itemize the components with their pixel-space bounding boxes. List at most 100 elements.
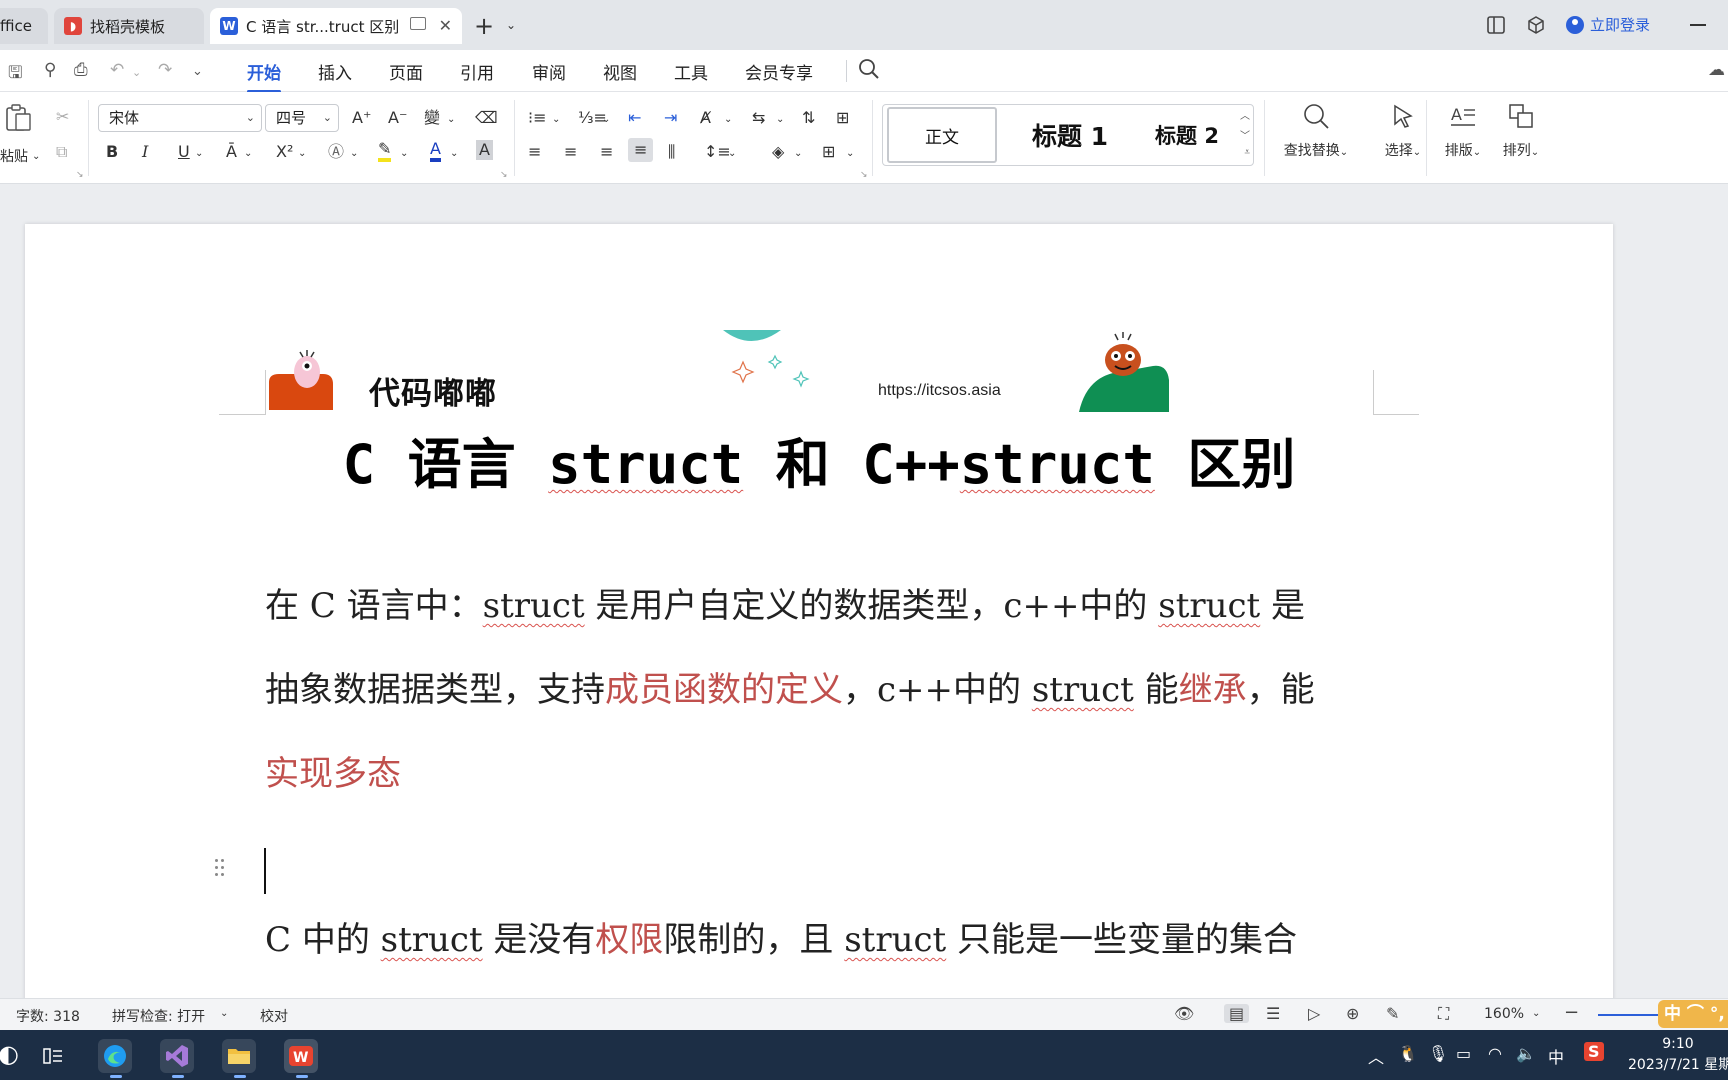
menu-member[interactable]: 会员专享	[745, 59, 813, 84]
bidi-direction-icon[interactable]: ⇆	[752, 108, 765, 128]
chevron-down-icon[interactable]: ⌄	[244, 144, 252, 164]
close-tab-icon[interactable]: ✕	[439, 16, 452, 35]
paste-dropdown-icon[interactable]: ⌄	[32, 147, 40, 167]
text-effect-icon[interactable]: Ⓐ	[328, 142, 344, 162]
sort-icon[interactable]: ⇅	[802, 108, 815, 128]
zoom-level[interactable]: 160%	[1484, 1006, 1524, 1022]
find-replace-button[interactable]: 查找替换⌄	[1278, 102, 1354, 160]
align-center-icon[interactable]: ≡	[564, 142, 577, 162]
sogou-ime-icon[interactable]: S	[1584, 1042, 1604, 1061]
wps-office-icon[interactable]: W	[284, 1039, 318, 1078]
reading-mode-play-icon[interactable]: ▷	[1308, 1004, 1320, 1023]
font-size-select[interactable]: 四号 ⌄	[265, 104, 339, 132]
ime-language-indicator[interactable]: 中	[1548, 1044, 1564, 1068]
new-tab-plus-icon[interactable]: +	[474, 12, 494, 40]
phonetic-guide-icon[interactable]: 變	[424, 108, 440, 128]
task-view-icon[interactable]	[36, 1039, 70, 1073]
menu-home[interactable]: 开始	[247, 59, 281, 93]
clear-format-eraser-icon[interactable]: ⌫	[475, 108, 498, 128]
proofread-button[interactable]: 校对	[260, 1006, 288, 1026]
font-name-select[interactable]: 宋体 ⌄	[98, 104, 262, 132]
shrink-font-icon[interactable]: A⁻	[388, 108, 407, 128]
style-normal[interactable]: 正文	[887, 107, 997, 163]
paragraph-line[interactable]: 在 C 语言中：struct 是用户自定义的数据类型，c++中的 struct …	[265, 586, 1405, 626]
styles-scroll-down-icon[interactable]: ﹀	[1240, 127, 1250, 142]
superscript-button[interactable]: X²	[276, 142, 293, 162]
qq-tray-icon[interactable]: 🐧	[1398, 1044, 1418, 1063]
decrease-indent-icon[interactable]: ⇤	[628, 108, 641, 128]
menu-references[interactable]: 引用	[460, 59, 494, 84]
tab-current-document[interactable]: W C 语言 str...truct 区别 ✕	[210, 8, 462, 44]
ime-floating-toolbar[interactable]: 中 ⌒ °,	[1658, 1000, 1728, 1028]
strikethrough-button[interactable]: Ā	[226, 142, 237, 162]
volume-icon[interactable]: 🔈	[1516, 1044, 1536, 1063]
format-painter-icon[interactable]: ⚲	[44, 60, 56, 80]
underline-button[interactable]: U	[178, 142, 190, 162]
paste-icon[interactable]	[4, 104, 34, 132]
chevron-down-icon[interactable]: ⌄	[400, 144, 408, 164]
cube-icon[interactable]	[1526, 15, 1546, 35]
login-button[interactable]: 立即登录	[1566, 14, 1650, 35]
clipboard-dialog-icon[interactable]: ↘	[76, 170, 84, 180]
paragraph-line[interactable]: 抽象数据据类型，支持成员函数的定义，c++中的 struct 能继承，能	[265, 670, 1405, 710]
paragraph-dialog-icon[interactable]: ↘	[860, 170, 868, 180]
tab-docer-templates[interactable]: ◗ 找稻壳模板	[54, 8, 204, 44]
undo-dropdown-icon[interactable]: ⌄	[132, 66, 141, 79]
edge-browser-icon[interactable]	[98, 1039, 132, 1078]
chevron-down-icon[interactable]: ⌄	[552, 110, 560, 130]
styles-scroll-up-icon[interactable]: ︿	[1240, 107, 1250, 122]
sidebar-panel-icon[interactable]	[1486, 15, 1506, 35]
zoom-out-icon[interactable]: −	[1564, 1002, 1579, 1023]
align-right-icon[interactable]: ≡	[600, 142, 613, 162]
menu-page[interactable]: 页面	[389, 59, 423, 84]
write-mode-pen-icon[interactable]: ✎	[1386, 1004, 1399, 1023]
undo-icon[interactable]: ↶	[110, 60, 124, 80]
line-spacing-icon[interactable]: ↕≡	[704, 142, 731, 162]
file-explorer-icon[interactable]	[222, 1039, 256, 1078]
search-icon[interactable]	[858, 58, 880, 80]
fit-page-icon[interactable]: ⛶	[1438, 1004, 1449, 1024]
tab-office[interactable]: ffice	[0, 8, 48, 44]
select-button[interactable]: 选择⌄	[1378, 102, 1428, 160]
chevron-down-icon[interactable]: ⌄	[728, 144, 736, 164]
chevron-down-icon[interactable]: ⌄	[602, 110, 610, 130]
quick-access-more-icon[interactable]: ⌄	[192, 64, 203, 79]
borders-icon[interactable]: ⊞	[822, 142, 835, 162]
paragraph-drag-handle-icon[interactable]	[215, 859, 229, 881]
redo-icon[interactable]: ↷	[158, 60, 172, 80]
cut-icon[interactable]: ✂	[56, 107, 69, 127]
chevron-down-icon[interactable]: ⌄	[1532, 1008, 1540, 1019]
distributed-align-icon[interactable]: ⫼	[668, 142, 675, 162]
style-heading-2[interactable]: 标题 2	[1137, 107, 1237, 163]
tray-overflow-chevron-icon[interactable]: ︿	[1368, 1044, 1384, 1068]
bold-button[interactable]: B	[106, 142, 118, 162]
chevron-down-icon[interactable]: ⌄	[794, 144, 802, 164]
system-clock[interactable]: 9:10 2023/7/21 星期五	[1628, 1034, 1728, 1076]
web-layout-globe-icon[interactable]: ⊕	[1346, 1004, 1359, 1023]
styles-expand-icon[interactable]: ⩡	[1244, 147, 1250, 158]
battery-icon[interactable]: ▭	[1456, 1044, 1471, 1063]
bullet-list-icon[interactable]: ⁝≡	[528, 108, 547, 128]
chevron-down-icon[interactable]: ⌄	[506, 18, 516, 32]
character-shading-button[interactable]: A	[476, 140, 493, 160]
start-icon[interactable]: ◐	[0, 1040, 19, 1068]
align-left-icon[interactable]: ≡	[528, 142, 541, 162]
menu-review[interactable]: 审阅	[532, 59, 566, 84]
cloud-icon[interactable]: ☁	[1708, 60, 1725, 80]
eye-protection-icon[interactable]: 👁	[1174, 1004, 1194, 1023]
font-dialog-icon[interactable]: ↘	[500, 170, 508, 180]
page-view-icon[interactable]: ▤	[1224, 1004, 1250, 1023]
chevron-down-icon[interactable]: ⌄	[298, 144, 306, 164]
chevron-down-icon[interactable]: ⌄	[846, 144, 854, 164]
chevron-down-icon[interactable]: ⌄	[776, 110, 784, 130]
outline-view-icon[interactable]: ☰	[1266, 1004, 1280, 1023]
italic-button[interactable]: I	[142, 142, 148, 162]
save-icon[interactable]: 🖫	[8, 60, 22, 89]
document-title[interactable]: C 语言 struct 和 C++struct 区别	[25, 420, 1613, 499]
microphone-icon[interactable]: 🎙	[1428, 1044, 1448, 1063]
copy-icon[interactable]: ⧉	[56, 142, 67, 162]
paragraph-line[interactable]: C 中的 struct 是没有权限限制的，且 struct 只能是一些变量的集合	[265, 920, 1405, 960]
paste-label[interactable]: 粘贴	[0, 147, 28, 167]
menu-tools[interactable]: 工具	[674, 59, 708, 84]
paragraph-line[interactable]: 实现多态	[265, 754, 1405, 794]
